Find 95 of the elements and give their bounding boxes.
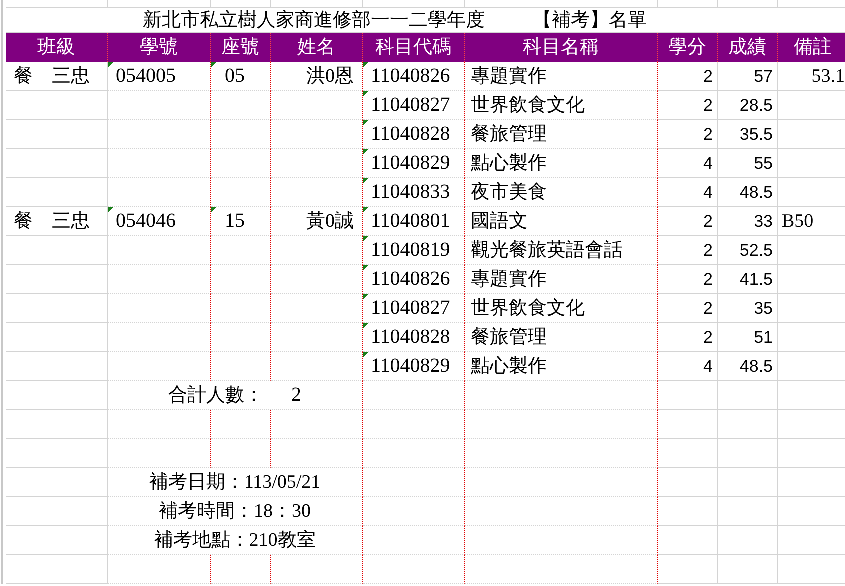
table-cell <box>718 381 778 410</box>
table-cell <box>658 381 718 410</box>
table-cell <box>211 120 271 149</box>
table-cell <box>718 468 778 497</box>
table-cell: 054005 <box>108 62 211 91</box>
table-cell: 55 <box>718 149 778 178</box>
total-label: 合計人數： <box>168 386 264 404</box>
total-count: 2 <box>292 385 302 405</box>
table-cell: 51 <box>718 323 778 352</box>
column-header: 科目名稱 <box>523 38 599 57</box>
table-cell: 11040827 <box>363 91 465 120</box>
table-cell: 2 <box>658 323 718 352</box>
table-cell: 2 <box>658 120 718 149</box>
table-cell <box>658 497 718 526</box>
table-cell: 餐 三忠 <box>6 62 108 91</box>
column-header: 學號 <box>140 38 178 57</box>
table-cell <box>658 410 718 439</box>
table-cell <box>658 526 718 555</box>
table-cell: 35.5 <box>718 120 778 149</box>
table-cell: 53.1 <box>778 62 845 91</box>
table-cell <box>211 555 271 584</box>
table-cell: 33 <box>718 207 778 236</box>
table-cell: 2 <box>658 236 718 265</box>
column-header: 學分 <box>668 38 706 57</box>
table-cell: 41.5 <box>718 265 778 294</box>
table-cell <box>211 178 271 207</box>
table-cell: 11040819 <box>363 236 465 265</box>
table-cell <box>211 294 271 323</box>
table-cell: 餐 三忠 <box>6 207 108 236</box>
table-cell: 11040829 <box>363 352 465 381</box>
column-header: 科目代碼 <box>376 38 452 57</box>
table-cell: 餐旅管理 <box>465 120 658 149</box>
table-cell <box>658 468 718 497</box>
table-cell <box>211 265 271 294</box>
column-header: 備註 <box>794 38 832 57</box>
table-cell: 4 <box>658 352 718 381</box>
table-cell: 2 <box>658 91 718 120</box>
table-cell: 52.5 <box>718 236 778 265</box>
table-cell: 48.5 <box>718 352 778 381</box>
table-cell: 57 <box>718 62 778 91</box>
table-cell: 點心製作 <box>465 149 658 178</box>
column-header: 成績 <box>728 38 766 57</box>
table-cell: 點心製作 <box>465 352 658 381</box>
table-cell <box>658 439 718 468</box>
column-header: 座號 <box>222 38 260 57</box>
table-cell <box>211 236 271 265</box>
table-cell: 05 <box>211 62 271 91</box>
table-cell: 2 <box>658 294 718 323</box>
table-cell: 11040827 <box>363 294 465 323</box>
table-cell: 11040829 <box>363 149 465 178</box>
table-cell: 餐旅管理 <box>465 323 658 352</box>
exam-info: 補考地點：210教室 <box>108 526 363 555</box>
table-cell: 世界飲食文化 <box>465 294 658 323</box>
table-cell: 11040828 <box>363 323 465 352</box>
table-cell: 2 <box>658 207 718 236</box>
column-header: 姓名 <box>298 38 336 57</box>
table-cell: 11040833 <box>363 178 465 207</box>
table-cell <box>211 91 271 120</box>
table-cell: 28.5 <box>718 91 778 120</box>
table-cell: 11040826 <box>363 265 465 294</box>
table-cell <box>718 439 778 468</box>
column-header: 班級 <box>38 38 76 57</box>
table-cell: 世界飲食文化 <box>465 91 658 120</box>
table-cell <box>211 352 271 381</box>
table-cell: 35 <box>718 294 778 323</box>
table-cell <box>658 555 718 584</box>
table-cell: 專題實作 <box>465 62 658 91</box>
table-cell: B50 <box>778 207 845 236</box>
table-cell: 2 <box>658 62 718 91</box>
table-cell: 11040801 <box>363 207 465 236</box>
exam-info: 補考時間：18：30 <box>108 497 363 526</box>
table-cell: 11040826 <box>363 62 465 91</box>
exam-info: 補考日期：113/05/21 <box>108 468 363 497</box>
sheet-title: 新北市私立樹人家商進修部一一二學年度 <box>143 10 485 30</box>
table-cell <box>211 323 271 352</box>
table-cell: 2 <box>658 265 718 294</box>
table-cell <box>718 497 778 526</box>
table-cell <box>718 555 778 584</box>
table-cell: 國語文 <box>465 207 658 236</box>
table-cell: 洪0恩 <box>271 62 363 91</box>
table-cell: 黃0誠 <box>271 207 363 236</box>
table-cell <box>718 526 778 555</box>
list-title: 【補考】名單 <box>533 10 647 30</box>
table-cell: 專題實作 <box>465 265 658 294</box>
table-cell: 15 <box>211 207 271 236</box>
table-cell: 11040828 <box>363 120 465 149</box>
table-cell: 48.5 <box>718 178 778 207</box>
table-cell: 4 <box>658 178 718 207</box>
table-cell <box>718 410 778 439</box>
table-cell: 夜市美食 <box>465 178 658 207</box>
table-cell <box>211 439 271 468</box>
table-cell: 054046 <box>108 207 211 236</box>
table-cell <box>211 149 271 178</box>
table-cell: 4 <box>658 149 718 178</box>
table-cell: 觀光餐旅英語會話 <box>465 236 658 265</box>
